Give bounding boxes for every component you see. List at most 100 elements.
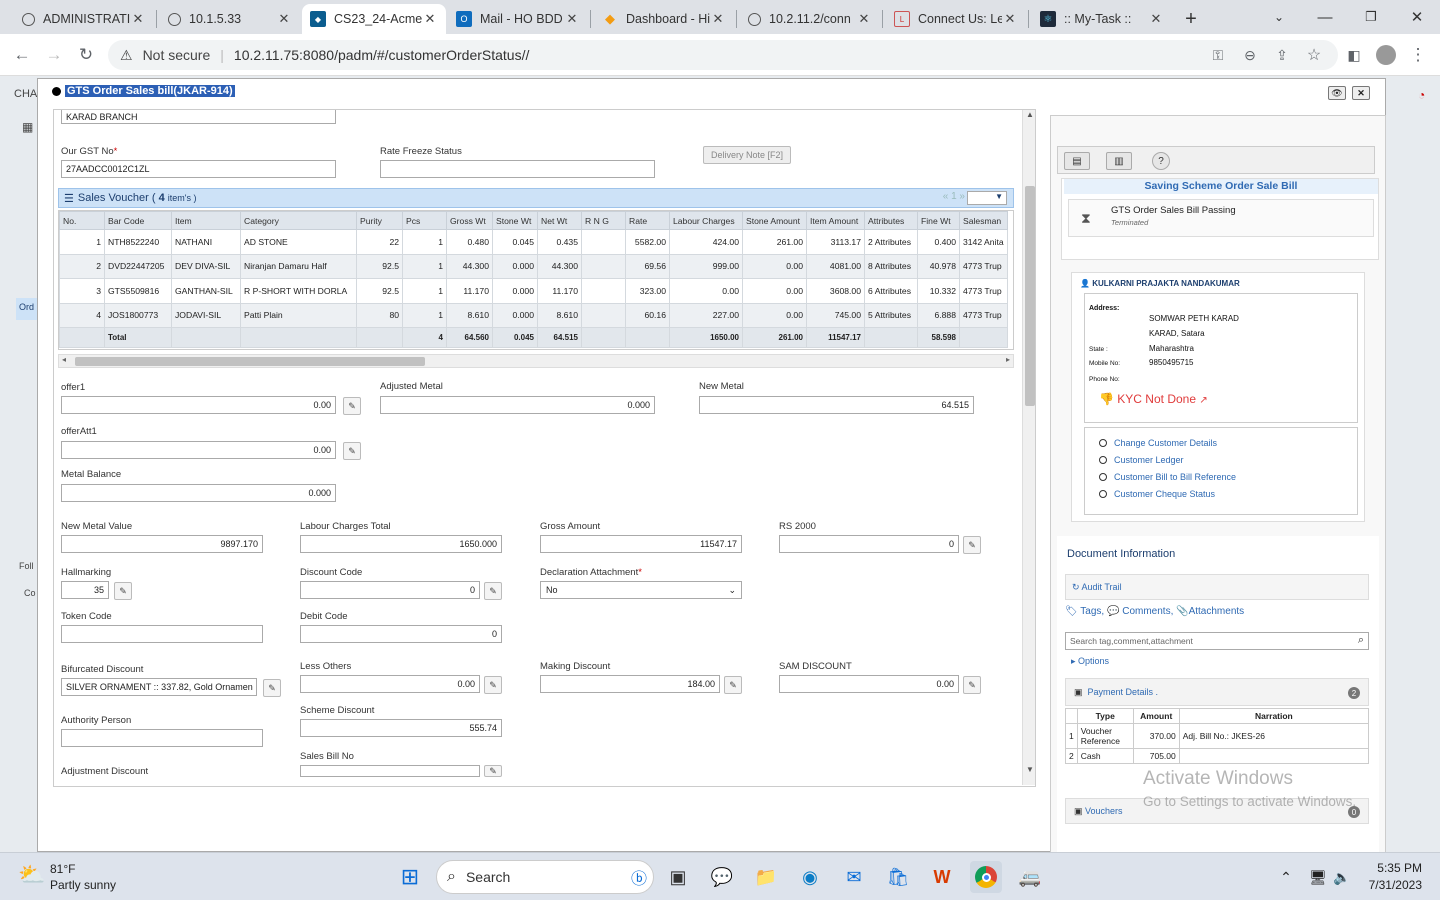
browser-tab-7[interactable]: L Connect Us: Le ✕	[886, 4, 1026, 34]
store-icon[interactable]: 🛍	[882, 861, 914, 893]
restore-button[interactable]: ❐	[1348, 0, 1394, 34]
edit-sales-bill-no-icon[interactable]: ✎	[484, 765, 502, 777]
start-windows-icon[interactable]: ⊞	[394, 861, 426, 893]
sam-discount-input[interactable]: 0.00	[779, 675, 959, 693]
close-tab-icon[interactable]: ✕	[1148, 11, 1164, 27]
grid-col-header[interactable]: R N G	[581, 211, 626, 230]
audit-trail-link[interactable]: ↻ Audit Trail	[1072, 582, 1122, 593]
back-button[interactable]: ←	[8, 42, 36, 68]
browser-tab-2[interactable]: 10.1.5.33 ✕	[160, 4, 300, 34]
browser-tab-3-active[interactable]: ◆ CS23_24-Acme ✕	[302, 4, 446, 34]
grid-pager[interactable]: « 1 »	[943, 191, 965, 202]
grid-col-header[interactable]: Item	[171, 211, 241, 230]
vouchers-link[interactable]: ▣ Vouchers	[1074, 806, 1123, 817]
close-tab-icon[interactable]: ✕	[130, 11, 146, 27]
task-view-icon[interactable]: ▣	[662, 861, 694, 893]
new-metal-input[interactable]: 64.515	[699, 396, 974, 414]
clock-time[interactable]: 5:35 PM	[1372, 861, 1422, 875]
chrome-icon[interactable]	[970, 861, 1002, 893]
tab-list-chevron-icon[interactable]: ⌄	[1256, 0, 1302, 34]
tray-chevron-icon[interactable]: ⌃	[1270, 861, 1302, 893]
table-row[interactable]: 2 DVD22447205 DEV DIVA-SIL Niranjan Damaru …	[59, 253, 1008, 279]
rate-freeze-input[interactable]	[380, 160, 655, 178]
grid-col-header[interactable]: Bar Code	[104, 211, 172, 230]
edit-sam-discount-icon[interactable]: ✎	[963, 676, 981, 694]
delivery-note-button[interactable]: Delivery Note [F2]	[703, 146, 791, 164]
grid-col-header[interactable]: Net Wt	[537, 211, 582, 230]
taskbar-search[interactable]: ⌕ Search ⓑ	[436, 860, 654, 894]
grid-col-header[interactable]: Gross Wt	[446, 211, 493, 230]
offer1-input[interactable]: 0.00	[61, 396, 336, 414]
key-icon[interactable]: ⚿	[1204, 42, 1232, 68]
browser-tab-4[interactable]: O Mail - HO BDD ✕	[448, 4, 588, 34]
reload-button[interactable]: ↻	[72, 42, 100, 68]
browser-tab-1[interactable]: ADMINISTRATI ✕	[14, 4, 154, 34]
edit-discount-code-icon[interactable]: ✎	[484, 582, 502, 600]
table-row[interactable]: 1 NTH8522240 NATHANI AD STONE 22 1 0.480 0.045 0…	[59, 229, 1008, 255]
debit-code-input[interactable]: 0	[300, 625, 502, 643]
minimize-button[interactable]: —	[1302, 0, 1348, 34]
help-icon[interactable]: ?	[1152, 152, 1170, 170]
gst-no-input[interactable]: 27AADCC0012C1ZL	[61, 160, 336, 178]
edit-hallmarking-icon[interactable]: ✎	[114, 582, 132, 600]
new-metal-value-input[interactable]: 9897.170	[61, 535, 263, 553]
attachments-link[interactable]: 📎Attachments	[1176, 606, 1244, 617]
bookmark-star-icon[interactable]: ☆	[1300, 42, 1328, 68]
bill-reference-link[interactable]: Customer Bill to Bill Reference	[1099, 472, 1236, 482]
share-icon[interactable]: ⇪	[1268, 42, 1296, 68]
grid-col-header[interactable]: Salesman	[959, 211, 1008, 230]
less-others-input[interactable]: 0.00	[300, 675, 480, 693]
grid-col-header[interactable]: Item Amount	[806, 211, 865, 230]
table-row[interactable]: 3 GTS5509816 GANTHAN-SIL R P-SHORT WITH DOR…	[59, 278, 1008, 304]
comments-link[interactable]: 💬 Comments,	[1107, 606, 1173, 617]
profile-avatar[interactable]	[1372, 42, 1400, 68]
close-modal-button[interactable]: ✕	[1352, 86, 1370, 100]
vpn-icon[interactable]: 🚐	[1014, 861, 1046, 893]
grid-col-header[interactable]: Stone Wt	[492, 211, 538, 230]
close-tab-icon[interactable]: ✕	[276, 11, 292, 27]
edit-making-discount-icon[interactable]: ✎	[724, 676, 742, 694]
hallmarking-input[interactable]: 35	[61, 581, 109, 599]
edit-bifurcated-icon[interactable]: ✎	[263, 679, 281, 697]
token-code-input[interactable]	[61, 625, 263, 643]
grid-col-header[interactable]: No.	[59, 211, 105, 230]
browser-tab-6[interactable]: 10.2.11.2/conn ✕	[740, 4, 880, 34]
grid-col-header[interactable]: Labour Charges	[669, 211, 743, 230]
tag-search-input[interactable]: Search tag,comment,attachment ⌕	[1065, 632, 1369, 650]
change-customer-link[interactable]: Change Customer Details	[1099, 438, 1217, 448]
metal-balance-input[interactable]: 0.000	[61, 484, 336, 502]
address-bar[interactable]: ⚠ Not secure | 10.2.11.75:8080/padm/#/cu…	[108, 40, 1338, 70]
gross-amount-input[interactable]: 11547.17	[540, 535, 742, 553]
close-tab-icon[interactable]: ✕	[422, 11, 438, 27]
volume-icon[interactable]: 🔈	[1326, 861, 1358, 893]
edge-icon[interactable]: ◉	[794, 861, 826, 893]
side-panel-icon[interactable]: ◧	[1340, 42, 1368, 68]
table-row[interactable]: 4 JOS1800773 JODAVI-SIL Patti Plain 80 1 8.610…	[59, 302, 1008, 328]
clock-date[interactable]: 7/31/2023	[1362, 878, 1422, 892]
page-size-select[interactable]: ▼	[967, 191, 1007, 205]
branch-field[interactable]: KARAD BRANCH	[61, 110, 336, 124]
teams-chat-icon[interactable]: 💬	[706, 861, 738, 893]
making-discount-input[interactable]: 184.00	[540, 675, 720, 693]
wps-office-icon[interactable]: W	[926, 861, 958, 893]
edit-less-others-icon[interactable]: ✎	[484, 676, 502, 694]
cheque-status-link[interactable]: Customer Cheque Status	[1099, 489, 1215, 499]
declaration-select[interactable]: No ⌄	[540, 581, 742, 599]
sales-bill-no-input[interactable]	[300, 765, 480, 777]
menu-kebab-icon[interactable]: ⋮	[1404, 42, 1432, 68]
adjusted-metal-input[interactable]: 0.000	[380, 396, 655, 414]
close-tab-icon[interactable]: ✕	[710, 11, 726, 27]
kyc-status-link[interactable]: 👎 KYC Not Done ↗	[1099, 392, 1208, 406]
zoom-icon[interactable]: ⊖	[1236, 42, 1264, 68]
close-tab-icon[interactable]: ✕	[564, 11, 580, 27]
edit-offer1-icon[interactable]: ✎	[343, 397, 361, 415]
browser-tab-8[interactable]: ⚛:: My-Task :: ✕	[1032, 4, 1172, 34]
discount-code-input[interactable]: 0	[300, 581, 480, 599]
edit-offeratt1-icon[interactable]: ✎	[343, 442, 361, 460]
book-icon[interactable]: ▥	[1106, 152, 1132, 170]
grid-col-header[interactable]: Purity	[356, 211, 403, 230]
rs2000-input[interactable]: 0	[779, 535, 959, 553]
edit-rs2000-icon[interactable]: ✎	[963, 536, 981, 554]
offeratt1-input[interactable]: 0.00	[61, 441, 336, 459]
close-tab-icon[interactable]: ✕	[856, 11, 872, 27]
